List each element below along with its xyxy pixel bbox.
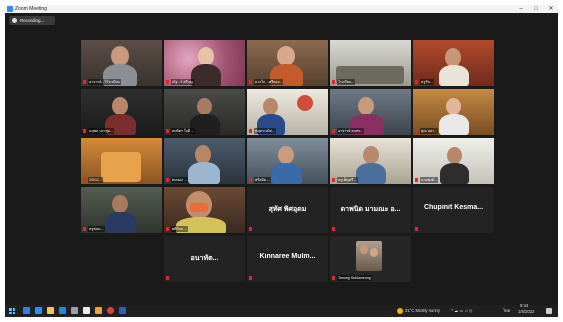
video-tile[interactable]: ดวงใจ ...ศรีทอง... (247, 40, 328, 86)
participant-name: 20012... (88, 177, 103, 183)
chrome-icon[interactable] (107, 307, 114, 314)
video-tile[interactable]: คุณ ลดา... (413, 89, 494, 135)
video-tile[interactable]: 20012... (81, 138, 162, 184)
participant-display-name: สุทัศ พิศอุดม (268, 206, 307, 213)
participant-display-name: ดาพนิด มามณะ อ... (340, 206, 401, 213)
participant-name: ครูเพ็ญศรี ... (337, 177, 359, 183)
edge-icon[interactable] (95, 307, 102, 314)
mic-muted-icon (332, 276, 335, 280)
video-tile-no-video[interactable]: Kinnaree Mulm... (247, 236, 328, 282)
participant-name: นายพงศ์... (420, 177, 438, 183)
mic-muted-icon (249, 227, 252, 231)
zoom-window: Zoom Meeting – □ ✕ Recording... อาจารย์.… (5, 5, 558, 317)
participant-display-name: Chupinit Kesma... (423, 204, 484, 211)
record-icon (12, 18, 17, 23)
mic-muted-icon (166, 80, 169, 84)
video-tile[interactable]: Tanong Sukkaneung (330, 236, 411, 282)
video-tile[interactable]: อาจารย์...ไร้ระเบียบ (81, 40, 162, 86)
close-button[interactable]: ✕ (544, 5, 558, 13)
video-tile[interactable]: ครูรัช... (413, 40, 494, 86)
file-explorer-icon[interactable] (47, 307, 54, 314)
participant-name: นฤพล ประชุม... (88, 128, 115, 134)
mic-muted-icon (415, 227, 418, 231)
word-icon[interactable] (119, 307, 126, 314)
participant-name: ดวงใจ ...ศรีทอง... (254, 79, 284, 85)
maximize-button[interactable]: □ (529, 5, 543, 13)
video-tile[interactable]: นายพงศ์... (413, 138, 494, 184)
participant-name: อาจารย์ ธนพร... (337, 128, 365, 134)
weather-text[interactable]: 31°C Mostly sunny (405, 305, 440, 317)
title-bar: Zoom Meeting – □ ✕ (5, 5, 558, 13)
mic-muted-icon (332, 80, 335, 84)
video-tile-active-speaker[interactable]: ครูพนม... (81, 187, 162, 233)
mic-muted-icon (249, 129, 252, 133)
video-tile-no-video[interactable]: สุทัศ พิศอุดม (247, 187, 328, 233)
participant-name: อาจารย์...ไร้ระเบียบ (88, 79, 121, 85)
participant-name: ครูพนม... (88, 226, 105, 232)
mic-muted-icon (415, 80, 418, 84)
video-tile[interactable]: ศรีสมัย ... (247, 138, 328, 184)
mic-muted-icon (249, 276, 252, 280)
participant-name: Tanong Sukkaneung (337, 275, 372, 281)
participant-name: โรงเรียน... (337, 79, 356, 85)
video-tile[interactable]: นฤพล ประชุม... (81, 89, 162, 135)
participant-display-name: อนาทัต... (190, 255, 219, 262)
language-indicator[interactable]: ไทย (503, 305, 510, 317)
participant-name: ศศิวิมล ... (171, 226, 189, 232)
zoom-taskbar-icon[interactable] (35, 307, 42, 314)
participant-name: ครูรัช... (420, 79, 434, 85)
mail-icon[interactable] (59, 307, 66, 314)
video-tile[interactable]: สมปอง ... (164, 138, 245, 184)
mic-muted-icon (332, 129, 335, 133)
video-tile[interactable]: สมจิตร ใจดี ... (164, 89, 245, 135)
video-tile-no-video[interactable]: อนาทัต... (164, 236, 245, 282)
recording-indicator[interactable]: Recording... (9, 16, 55, 25)
video-tile[interactable]: หมุดระเบิด... (247, 89, 328, 135)
mic-muted-icon (166, 129, 169, 133)
start-button[interactable] (9, 308, 15, 314)
participant-name: ณัฐ...ร์ ศรีบุญ (171, 79, 194, 85)
mic-muted-icon (415, 129, 418, 133)
participant-display-name: Kinnaree Mulm... (259, 253, 316, 260)
participant-name: ศรีสมัย ... (254, 177, 271, 183)
participant-name: สมจิตร ใจดี ... (171, 128, 196, 134)
video-tile-no-video[interactable]: ดาพนิด มามณะ อ... (330, 187, 411, 233)
participant-name: คุณ ลดา... (420, 128, 439, 134)
video-tile-no-video[interactable]: Chupinit Kesma... (413, 187, 494, 233)
weather-sun-icon (397, 308, 403, 314)
video-tile[interactable]: โรงเรียน... (330, 40, 411, 86)
mic-muted-icon (249, 178, 252, 182)
video-tile[interactable]: ครูเพ็ญศรี ... (330, 138, 411, 184)
mic-muted-icon (332, 227, 335, 231)
notifications-icon[interactable] (546, 308, 552, 314)
mic-muted-icon (166, 276, 169, 280)
mic-muted-icon (83, 129, 86, 133)
tray-icons[interactable]: ^ ☁ ▭ ♫ ◷ (451, 305, 473, 317)
video-tile[interactable]: ศศิวิมล ... (164, 187, 245, 233)
participant-name: สมปอง ... (171, 177, 188, 183)
windows-taskbar: 31°C Mostly sunny ^ ☁ ▭ ♫ ◷ ไทย 9:34 1/8… (5, 303, 558, 317)
mic-muted-icon (166, 227, 169, 231)
mic-muted-icon (415, 178, 418, 182)
settings-icon[interactable] (71, 307, 78, 314)
window-title: Zoom Meeting (15, 6, 47, 12)
mic-muted-icon (83, 80, 86, 84)
recording-label: Recording... (20, 18, 45, 23)
search-icon[interactable] (23, 307, 30, 314)
mic-muted-icon (332, 178, 335, 182)
video-tile[interactable]: อาจารย์ ธนพร... (330, 89, 411, 135)
store-icon[interactable] (83, 307, 90, 314)
zoom-icon (7, 6, 13, 12)
mic-muted-icon (166, 178, 169, 182)
participant-name: หมุดระเบิด... (254, 128, 276, 134)
mic-muted-icon (83, 227, 86, 231)
video-tile[interactable]: ณัฐ...ร์ ศรีบุญ (164, 40, 245, 86)
mic-muted-icon (83, 178, 86, 182)
minimize-button[interactable]: – (514, 5, 528, 13)
mic-muted-icon (249, 80, 252, 84)
clock-date[interactable]: 1/8/2022 (518, 309, 534, 315)
